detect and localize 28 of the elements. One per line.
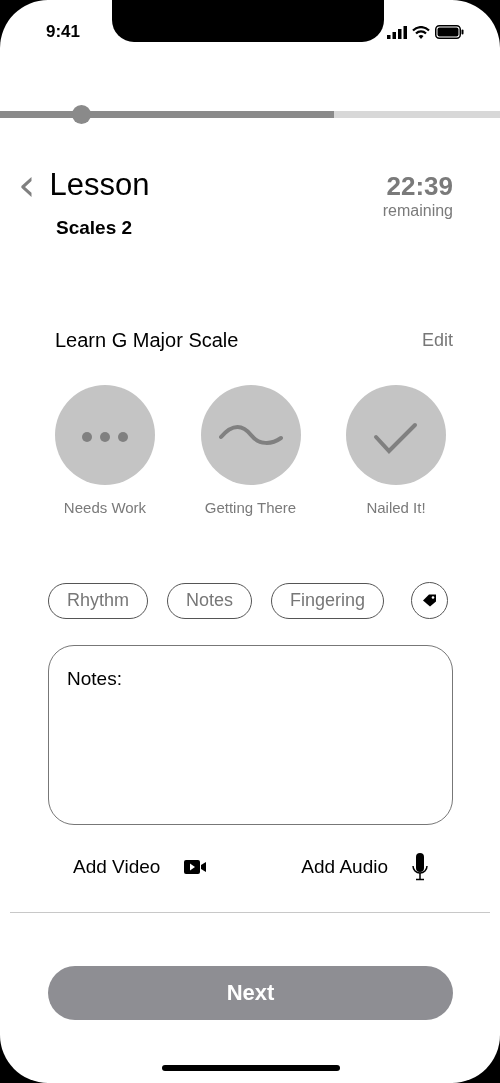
timer-caption: remaining <box>382 202 453 220</box>
wave-icon <box>200 385 301 485</box>
tag-icon <box>422 594 438 607</box>
task-title: Learn G Major Scale <box>55 329 239 352</box>
lesson-subtitle: Scales 2 <box>56 217 134 239</box>
signal-icon <box>387 25 407 39</box>
add-audio-button[interactable]: Add Audio <box>301 853 428 881</box>
back-button[interactable]: ‹ <box>18 168 36 202</box>
timer-value: 22:39 <box>386 171 453 202</box>
rating-option[interactable]: Needs Work <box>45 385 165 516</box>
edit-link[interactable]: Edit <box>421 330 453 351</box>
checkmark-icon <box>346 385 446 485</box>
video-camera-icon <box>184 860 208 874</box>
wifi-icon <box>412 25 430 39</box>
notes-field[interactable]: Notes: <box>48 645 453 825</box>
tag-chip[interactable]: Fingering <box>271 582 385 619</box>
battery-icon <box>435 25 464 39</box>
status-time: 9:41 <box>46 22 81 42</box>
add-video-button[interactable]: Add Video <box>73 853 208 881</box>
rating-option[interactable]: Nailed It! <box>336 385 456 516</box>
dots-icon <box>55 385 155 485</box>
lesson-title: Lesson <box>49 167 150 203</box>
microphone-icon <box>412 853 428 881</box>
add-tag-button[interactable] <box>411 582 449 619</box>
tag-chip[interactable]: Notes <box>167 582 253 619</box>
rating-option[interactable]: Getting There <box>190 385 311 516</box>
progress-track[interactable] <box>0 111 500 118</box>
tag-chip[interactable]: Rhythm <box>48 582 148 619</box>
